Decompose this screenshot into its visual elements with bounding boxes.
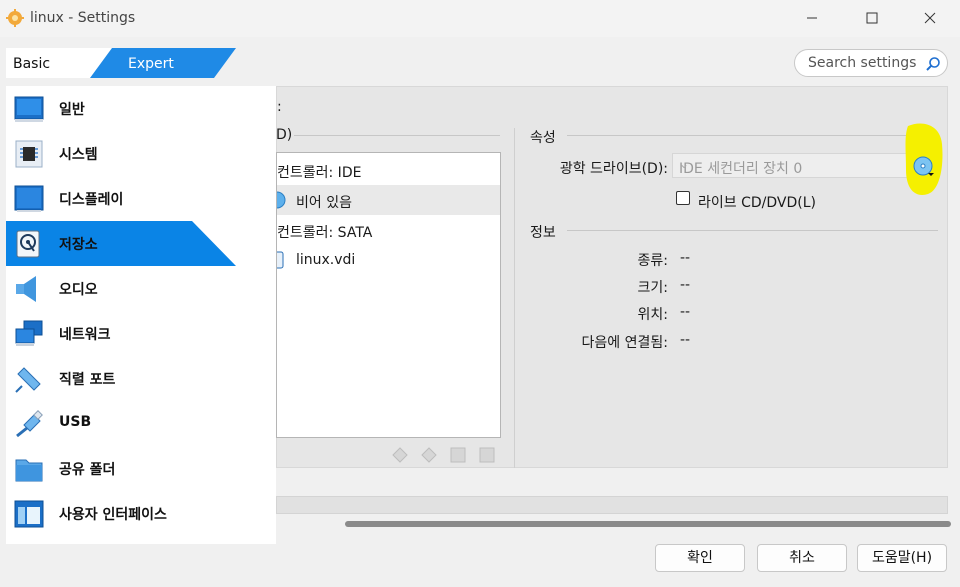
info-size-value: -- (680, 277, 691, 293)
storage-icon (16, 230, 40, 258)
tree-item-label: linux.vdi (296, 252, 356, 268)
optical-drive-label: 광학 드라이브(D): (559, 161, 668, 177)
info-attached-to-value: -- (680, 332, 691, 348)
info-section-title: 정보 (530, 225, 556, 241)
optical-disc-icon (277, 191, 286, 209)
sidebar-item-system[interactable]: 시스템 (6, 131, 236, 176)
chevron-down-icon: ⌄ (679, 157, 690, 171)
optical-disc-icon (913, 156, 934, 176)
warning-strip (276, 496, 948, 514)
add-attachment-icon[interactable] (449, 446, 467, 464)
tab-expert-label: Expert (128, 56, 174, 72)
help-button[interactable]: 도움말(H) (857, 544, 947, 572)
search-icon[interactable] (925, 56, 941, 72)
remove-attachment-icon[interactable] (478, 446, 496, 464)
info-location-value: -- (680, 304, 691, 320)
sidebar-item-label: 디스플레이 (59, 192, 124, 208)
maximize-icon (866, 12, 878, 24)
sidebar-item-user-interface[interactable]: 사용자 인터페이스 (6, 491, 236, 536)
tree-item-linux-vdi[interactable]: linux.vdi (277, 245, 500, 275)
info-size-label: 크기: (637, 280, 668, 296)
info-location-label: 위치: (637, 307, 668, 323)
minimize-button[interactable] (801, 8, 823, 28)
tree-item-label: 비어 있음 (296, 195, 352, 211)
folder-icon (15, 459, 43, 482)
info-type-value: -- (680, 250, 691, 266)
sidebar-item-label: 일반 (59, 102, 85, 118)
storage-header-fragment: : (277, 99, 282, 115)
divider (294, 135, 500, 136)
sidebar-item-serial-port[interactable]: 직렬 포트 (6, 356, 236, 401)
serial-port-icon (15, 367, 41, 393)
live-cd-checkbox[interactable] (676, 191, 690, 205)
divider (567, 230, 938, 231)
sidebar-item-label: 저장소 (59, 237, 98, 253)
minimize-icon (807, 17, 817, 19)
chip-icon (15, 140, 43, 168)
info-attached-to-label: 다음에 연결됨: (581, 335, 668, 351)
info-type-label: 종류: (637, 253, 668, 269)
window-title: linux - Settings (30, 10, 136, 26)
live-cd-label: 라이브 CD/DVD(L) (698, 195, 816, 211)
sidebar-item-label: 직렬 포트 (59, 372, 116, 388)
sidebar-item-label: 오디오 (59, 282, 98, 298)
usb-icon (16, 410, 43, 438)
title-bar: linux - Settings (0, 0, 960, 37)
remove-controller-icon[interactable] (420, 446, 438, 464)
tree-item-controller-sata[interactable]: 컨트롤러: SATA (277, 215, 500, 245)
storage-devices-header: D) (276, 127, 293, 143)
tab-basic-label: Basic (13, 56, 51, 72)
close-icon (924, 12, 936, 24)
sidebar-item-label: USB (59, 414, 92, 430)
maximize-button[interactable] (861, 8, 883, 28)
hard-disk-icon (277, 251, 284, 269)
sidebar-item-label: 공유 폴더 (59, 462, 116, 478)
panel-separator (514, 128, 515, 468)
sidebar-item-label: 네트워크 (59, 327, 111, 343)
divider (567, 135, 938, 136)
tab-expert[interactable]: Expert (90, 48, 236, 78)
search-box[interactable] (794, 49, 948, 77)
network-icon (15, 320, 43, 346)
ok-button[interactable]: 확인 (655, 544, 745, 572)
sidebar-item-storage[interactable]: 저장소 (6, 221, 236, 266)
tree-item-label: 컨트롤러: IDE (277, 165, 362, 181)
sidebar-item-label: 사용자 인터페이스 (59, 507, 167, 523)
sidebar-item-audio[interactable]: 오디오 (6, 266, 236, 311)
tree-item-label: 컨트롤러: SATA (277, 225, 373, 241)
tree-item-empty-optical[interactable]: 비어 있음 (277, 185, 500, 215)
optical-drive-select[interactable]: IDE 세컨더리 장치 0 ⌄ (672, 153, 908, 178)
add-controller-icon[interactable] (391, 446, 409, 464)
sidebar-item-label: 시스템 (59, 147, 98, 163)
sidebar-item-display[interactable]: 디스플레이 (6, 176, 236, 221)
cancel-button[interactable]: 취소 (757, 544, 847, 572)
storage-tree[interactable]: 컨트롤러: IDE 비어 있음 컨트롤러: SATA linux.vdi (276, 152, 501, 438)
monitor-icon (14, 96, 44, 122)
settings-sidebar: 일반 시스템 디스플레이 저장소 오디오 네트워크 직렬 포트 USB 공유 폴… (6, 86, 276, 544)
ui-window-icon (14, 500, 44, 528)
virtualbox-gear-icon (6, 9, 24, 27)
sidebar-item-shared-folders[interactable]: 공유 폴더 (6, 446, 236, 491)
search-input[interactable] (808, 55, 918, 71)
attributes-section-title: 속성 (530, 130, 556, 146)
sidebar-item-general[interactable]: 일반 (6, 86, 236, 131)
choose-disk-button[interactable] (912, 154, 936, 178)
speaker-icon (16, 276, 36, 302)
close-button[interactable] (919, 8, 941, 28)
sidebar-item-usb[interactable]: USB (6, 401, 236, 446)
horizontal-scrollbar[interactable] (345, 521, 951, 527)
display-icon (14, 185, 44, 212)
sidebar-item-network[interactable]: 네트워크 (6, 311, 236, 356)
tree-item-controller-ide[interactable]: 컨트롤러: IDE (277, 155, 500, 185)
